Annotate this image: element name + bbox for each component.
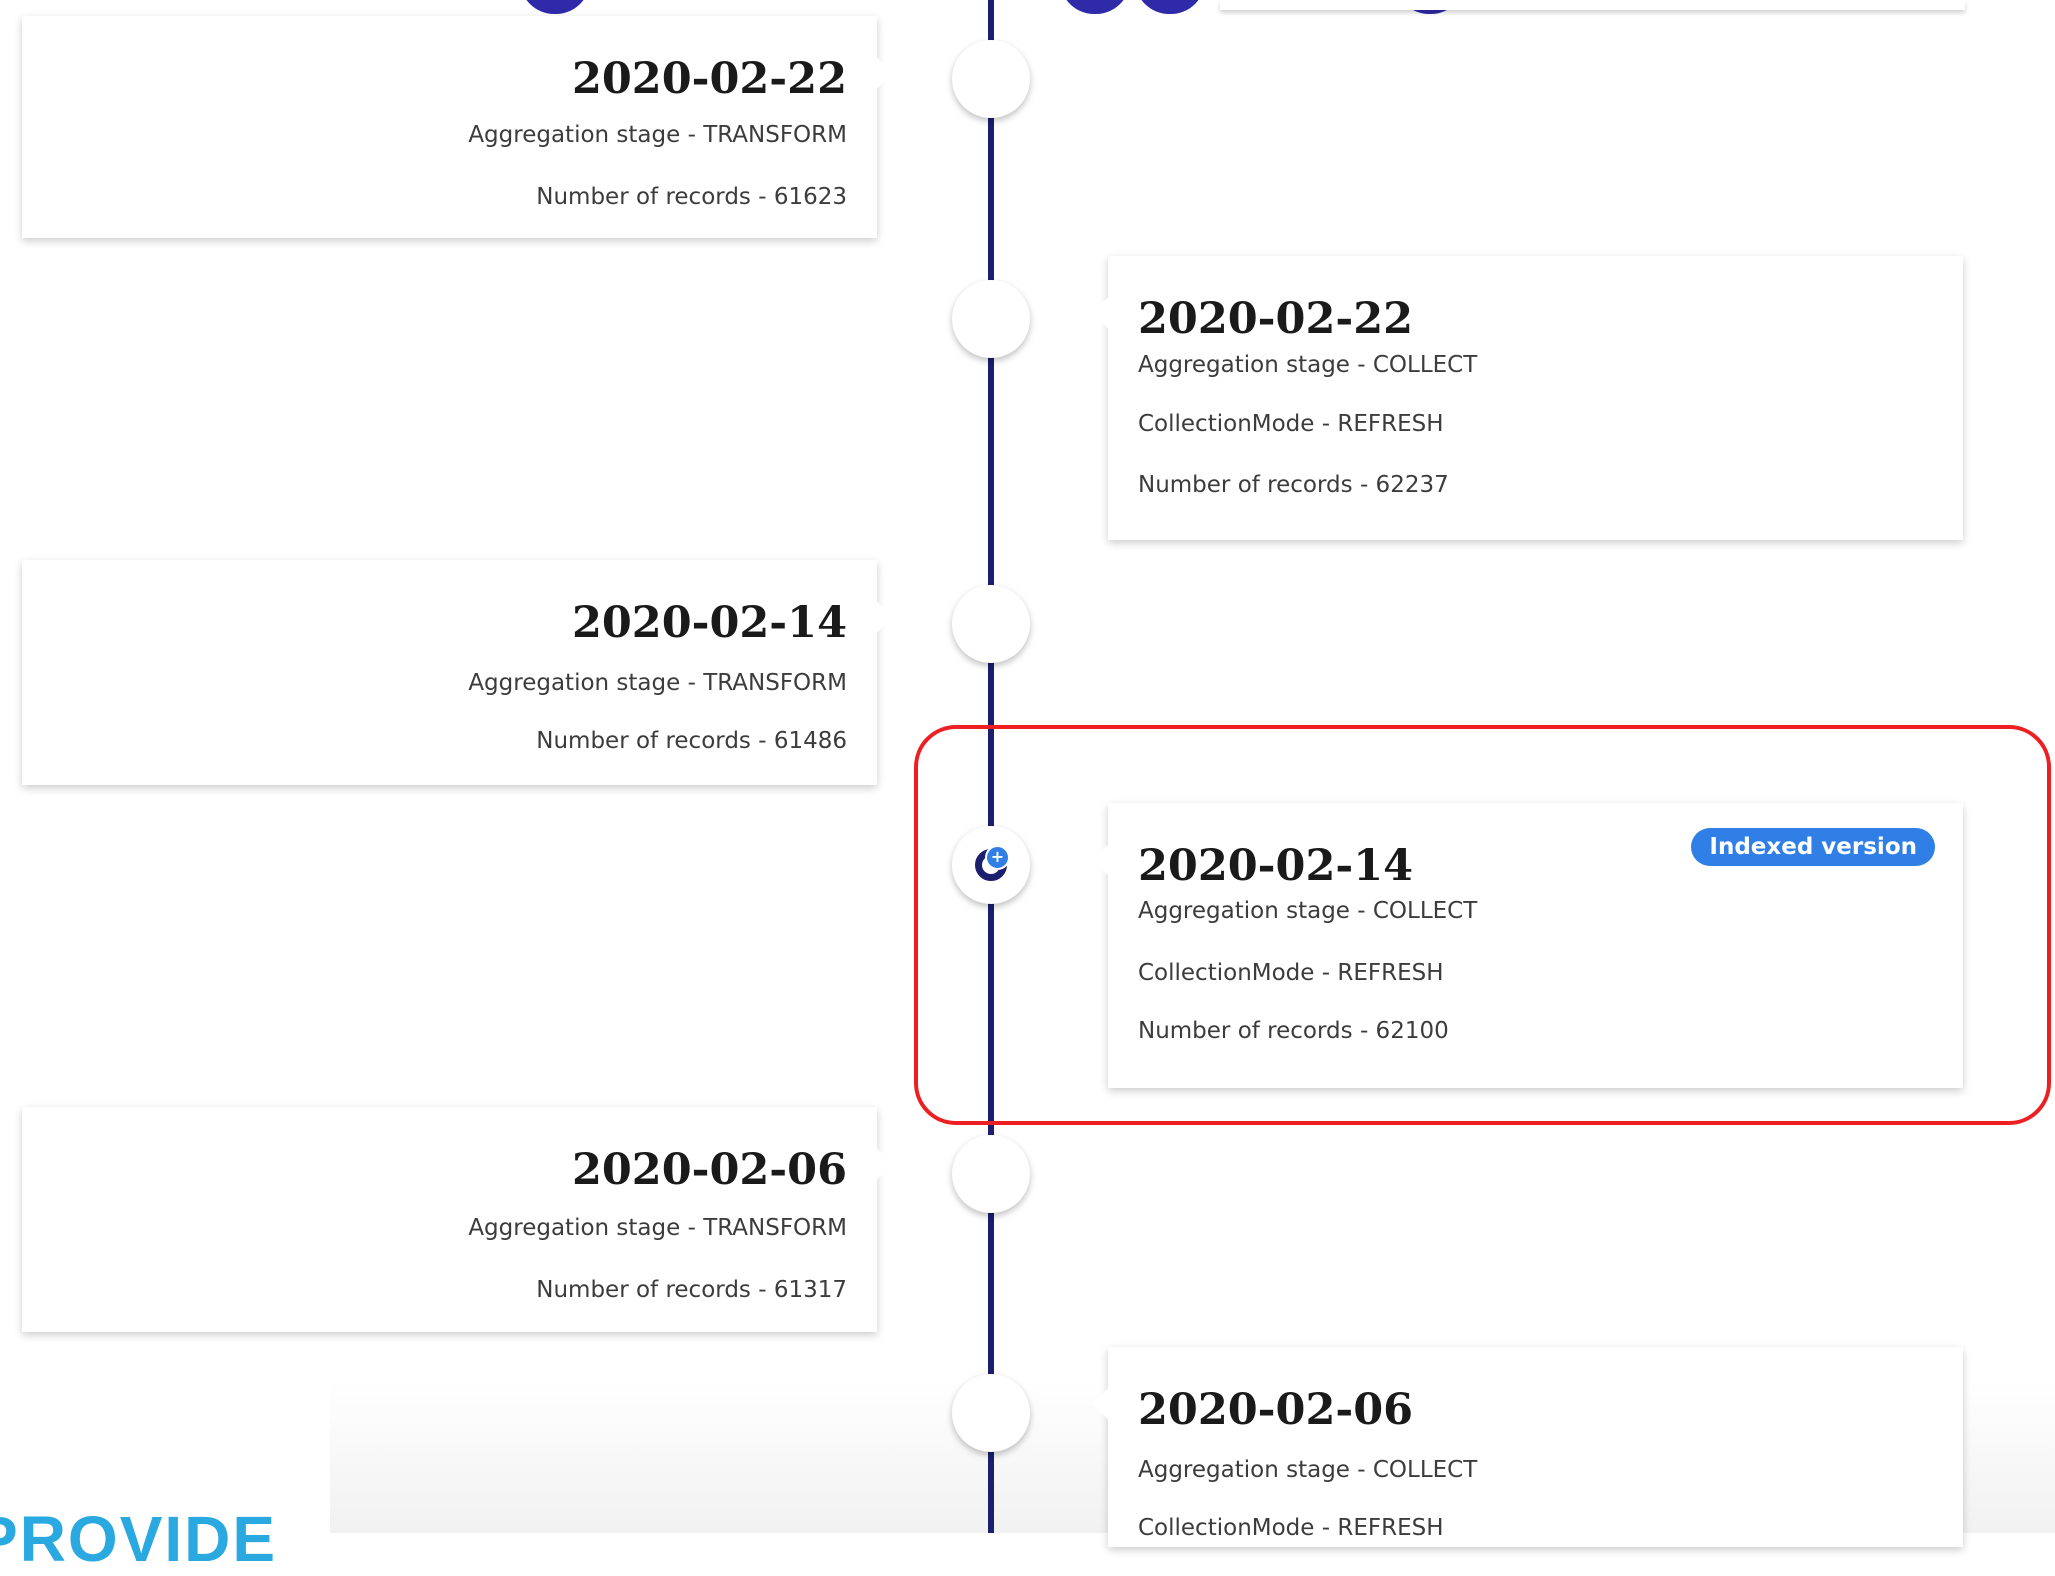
provide-logo: PROVIDE: [0, 1503, 278, 1575]
version-date: 2020-02-06: [1138, 1385, 1414, 1435]
record-count: Number of records - 61317: [536, 1277, 847, 1303]
timeline-node[interactable]: [952, 585, 1030, 663]
aggregation-stage: Aggregation stage - COLLECT: [1138, 352, 1478, 378]
timeline-node[interactable]: [952, 280, 1030, 358]
timeline-node[interactable]: [952, 1135, 1030, 1213]
aggregation-stage: Aggregation stage - TRANSFORM: [468, 1215, 847, 1241]
version-card[interactable]: 2020-02-22 Aggregation stage - COLLECT C…: [1108, 256, 1963, 540]
header-card-edge: [1220, 0, 1965, 10]
version-date: 2020-02-22: [1138, 294, 1414, 344]
collection-mode: CollectionMode - REFRESH: [1138, 411, 1444, 437]
version-card[interactable]: 2020-02-06 Aggregation stage - COLLECT C…: [1108, 1347, 1963, 1547]
header-glyph: [1060, 0, 1130, 14]
version-date: 2020-02-06: [571, 1145, 847, 1195]
version-card[interactable]: 2020-02-14 Aggregation stage - TRANSFORM…: [22, 560, 877, 785]
version-date: 2020-02-14: [571, 598, 847, 648]
header-glyph: [1135, 0, 1205, 14]
header-glyph: [520, 0, 590, 14]
record-count: Number of records - 61623: [536, 184, 847, 210]
version-card[interactable]: 2020-02-06 Aggregation stage - TRANSFORM…: [22, 1107, 877, 1332]
record-count: Number of records - 61486: [536, 728, 847, 754]
timeline-node[interactable]: [952, 1374, 1030, 1452]
version-card[interactable]: 2020-02-22 Aggregation stage - TRANSFORM…: [22, 16, 877, 238]
record-count: Number of records - 62237: [1138, 472, 1449, 498]
version-date: 2020-02-22: [571, 54, 847, 104]
timeline-node[interactable]: [952, 40, 1030, 118]
collection-mode: CollectionMode - REFRESH: [1138, 1515, 1444, 1541]
aggregation-stage: Aggregation stage - COLLECT: [1138, 1457, 1478, 1483]
aggregation-stage: Aggregation stage - TRANSFORM: [468, 670, 847, 696]
highlight-annotation: [914, 725, 2051, 1125]
aggregation-stage: Aggregation stage - TRANSFORM: [468, 122, 847, 148]
